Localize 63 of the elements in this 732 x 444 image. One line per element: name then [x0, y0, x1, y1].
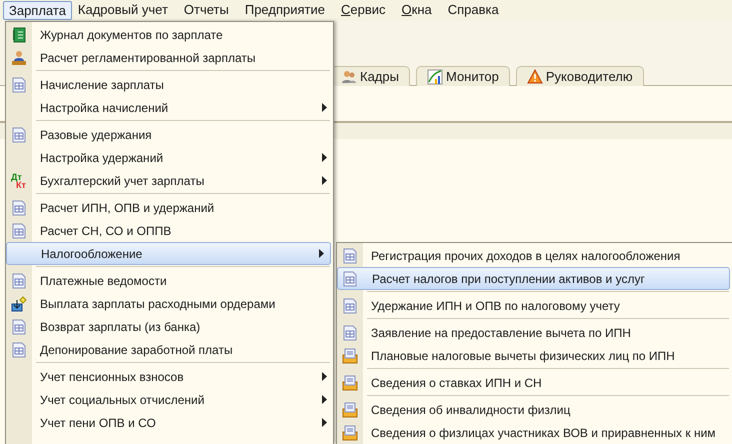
register-icon [342, 348, 358, 364]
submenu-arrow-icon [322, 176, 327, 185]
menu-bar-item[interactable]: Кадровый учет [74, 1, 172, 20]
document-icon [12, 200, 26, 216]
menu-item[interactable]: Сведения об инвалидности физлиц [363, 398, 732, 421]
tab[interactable]: Монитор [416, 66, 510, 86]
menu-bar-item[interactable]: Сервис [336, 1, 390, 20]
payout-icon [11, 296, 27, 312]
menu-item[interactable]: Настройка начислений [32, 96, 333, 119]
warning-icon [526, 69, 543, 84]
document-icon [12, 342, 26, 358]
menu-item[interactable]: Регистрация прочих доходов в целях налогообложения [363, 244, 732, 267]
menu-item[interactable]: Расчет ИПН, ОПВ и удержаний [32, 196, 333, 219]
menu-item[interactable]: Удержание ИПН и ОПВ по налоговому учету [363, 294, 732, 317]
submenu-arrow-icon [319, 249, 324, 258]
menu-item[interactable]: Бухгалтерский учет зарплаты [32, 169, 333, 192]
register-icon [342, 374, 358, 390]
people-icon [341, 70, 357, 84]
menu-item[interactable]: Расчет СН, СО и ОППВ [32, 219, 333, 242]
journal-icon [12, 26, 26, 42]
menu-item[interactable]: Настройка удержаний [32, 146, 333, 169]
register-icon [342, 402, 358, 418]
document-icon [12, 222, 26, 238]
menu-item[interactable]: Разовые удержания [32, 123, 333, 146]
chart-icon [426, 68, 443, 84]
menu-item[interactable]: Налогообложение [6, 242, 331, 265]
tab[interactable]: Руководителю [516, 66, 644, 86]
menu-bar-item[interactable]: Окна [398, 1, 436, 20]
submenu-arrow-icon [322, 372, 327, 381]
submenu-arrow-icon [322, 418, 327, 427]
menu-item[interactable]: Заявление на предоставление вычета по ИПН [363, 321, 732, 344]
menu-item[interactable]: Сведения о физлицах участниках ВОВ и приравненных к ним [363, 421, 732, 444]
document-icon [12, 272, 26, 288]
menu-bar-item[interactable]: Справка [444, 1, 503, 20]
menu-item[interactable]: Выплата зарплаты расходными ордерами [32, 292, 333, 315]
menu-bar-item[interactable]: Отчеты [180, 1, 233, 20]
menu-item[interactable]: Возврат зарплаты (из банка) [32, 315, 333, 338]
document-icon [12, 76, 26, 92]
submenu-arrow-icon [322, 395, 327, 404]
submenu-arrow-icon [322, 153, 327, 162]
menu-bar-item[interactable]: Зарплата [3, 1, 72, 20]
menu-item[interactable]: Учет пенсионных взносов [32, 365, 333, 388]
document-icon [12, 318, 26, 334]
document-icon [343, 270, 357, 286]
menu-item[interactable]: Расчет регламентированной зарплаты [32, 46, 333, 69]
document-icon [343, 298, 357, 314]
menu-item[interactable]: Начисление зарплаты [32, 73, 333, 96]
menu-item[interactable]: Платежные ведомости [32, 269, 333, 292]
menu-item[interactable]: Расчет налогов при поступлении активов и услуг [337, 267, 730, 290]
document-icon [343, 248, 357, 264]
menu-item[interactable]: Учет пени ОПВ и СО [32, 411, 333, 434]
submenu-arrow-icon [322, 103, 327, 112]
menu-bar-item[interactable]: Предприятие [240, 1, 329, 20]
menu-item[interactable]: Журнал документов по зарплате [32, 23, 333, 46]
menu-item[interactable]: Учет социальных отчислений [32, 388, 333, 411]
menu-item[interactable]: Депонирование заработной платы [32, 338, 333, 361]
menu-item[interactable]: Сведения о ставках ИПН и СН [363, 371, 732, 394]
debit-credit-icon: Дт Кт [11, 172, 27, 188]
menu-item[interactable]: Плановые налоговые вычеты физических лиц по ИПН [363, 344, 732, 367]
document-icon [12, 126, 26, 142]
document-icon [343, 324, 357, 340]
register-icon [342, 424, 358, 440]
person-at-desk-icon [11, 50, 27, 66]
